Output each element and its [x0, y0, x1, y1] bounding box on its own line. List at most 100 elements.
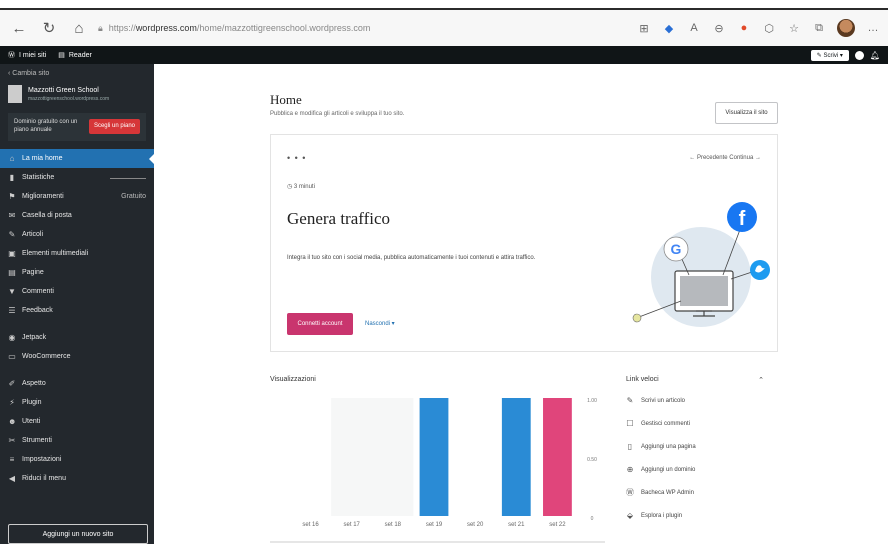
plug-icon: ⬙: [626, 511, 634, 520]
sidebar-item-label: Commenti: [22, 287, 54, 295]
sidebar-item-label: Miglioramenti: [22, 192, 64, 200]
write-button[interactable]: ✎ Scrivi ▾: [810, 49, 849, 61]
browser-toolbar: ← ↻ ⌂ 🔒︎ https://wordpress.com/home/mazz…: [0, 8, 888, 46]
sidebar-item-stats[interactable]: ▮ Statistiche: [0, 168, 154, 187]
quick-link[interactable]: ▯ Aggiungi una pagina: [626, 440, 776, 453]
switch-site-link[interactable]: ‹ Cambia sito: [0, 64, 154, 81]
card-menu-icon[interactable]: • • •: [287, 153, 306, 163]
lock-icon: 🔒︎: [98, 22, 103, 33]
reader-label: Reader: [68, 51, 92, 59]
collapse-chevron-icon[interactable]: ⌃: [758, 376, 764, 384]
profile-avatar[interactable]: [837, 19, 855, 37]
extension-blue-icon[interactable]: ◆: [662, 21, 676, 35]
sidebar-item-plugins[interactable]: ⚡ Plugin: [0, 393, 154, 412]
quick-link-label: Esplora i plugin: [641, 512, 683, 519]
sidebar-item-jetpack[interactable]: ◉ Jetpack: [0, 328, 154, 347]
extension-red-icon[interactable]: ●: [737, 21, 751, 35]
tools-icon: ✂: [8, 435, 16, 445]
reload-icon[interactable]: ↻: [38, 17, 60, 39]
sidebar-item-label: Elementi multimediali: [22, 249, 89, 257]
views-chart: set 16 set 17 set 18 set 19 set 20 set 21 set …: [270, 398, 605, 543]
sidebar-item-label: Impostazioni: [22, 455, 62, 463]
favorites-icon[interactable]: ☆: [787, 21, 801, 35]
upgrades-badge: Gratuito: [121, 192, 146, 200]
sidebar-item-label: Riduci il menu: [22, 474, 66, 482]
quick-link[interactable]: Ⓦ Bacheca WP Admin: [626, 486, 776, 499]
task-card: • • • ← Precedente Continua → ◷ 3 minuti…: [270, 134, 778, 352]
sidebar-item-label: La mia home: [22, 154, 63, 162]
x-tick-label: set 20: [467, 522, 484, 528]
quick-link[interactable]: ☐ Gestisci commenti: [626, 417, 776, 430]
extension-icons: ⊞ ◆ A ⊖ ● ⬡ ☆ ⧉ …: [637, 19, 880, 37]
inbox-icon: ✉: [8, 210, 16, 220]
site-card[interactable]: Mazzotti Green School mazzottigreenschoo…: [0, 81, 154, 109]
sidebar-item-inbox[interactable]: ✉ Casella di posta: [0, 206, 154, 225]
sidebar-item-collapse[interactable]: ◀ Riduci il menu: [0, 469, 154, 488]
hide-link[interactable]: Nascondi ▾: [365, 320, 395, 327]
quick-link-label: Aggiungi una pagina: [641, 443, 696, 450]
url-text: https://wordpress.com/home/mazzottigreen…: [108, 23, 371, 33]
sidebar-item-tools[interactable]: ✂ Strumenti: [0, 431, 154, 450]
choose-plan-button[interactable]: Scegli un piano: [88, 119, 140, 135]
sidebar-item-pages[interactable]: ▤ Pagine: [0, 263, 154, 282]
notifications-icon[interactable]: 🔔︎: [870, 51, 880, 60]
quick-link[interactable]: ⬙ Esplora i plugin: [626, 509, 776, 522]
users-icon: ☻: [8, 416, 17, 426]
user-avatar[interactable]: [854, 50, 864, 60]
sidebar-item-woocommerce[interactable]: ▭ WooCommerce: [0, 347, 154, 366]
home-icon[interactable]: ⌂: [68, 17, 90, 39]
x-tick-label: set 16: [302, 522, 319, 528]
connect-accounts-button[interactable]: Connetti account: [287, 313, 353, 335]
sidebar-item-label: Articoli: [22, 230, 44, 238]
sidebar-item-comments[interactable]: ▼ Commenti: [0, 282, 154, 301]
chart-bar[interactable]: [501, 398, 531, 516]
back-arrow-icon[interactable]: ←: [8, 17, 30, 39]
chart-bar[interactable]: [419, 398, 449, 516]
sidebar-item-label: Feedback: [22, 306, 53, 314]
collections-icon[interactable]: ⧉: [812, 21, 826, 35]
zoom-icon[interactable]: ⊖: [712, 21, 726, 35]
sidebar-item-media[interactable]: ▣ Elementi multimediali: [0, 244, 154, 263]
sidebar-item-label: Strumenti: [22, 436, 52, 444]
sidebar-item-upgrades[interactable]: ⚑ Miglioramenti Gratuito: [0, 187, 154, 206]
extension-icon[interactable]: ⬡: [762, 21, 776, 35]
sidebar-item-settings[interactable]: ≡ Impostazioni: [0, 450, 154, 469]
woocommerce-icon: ▭: [8, 351, 16, 361]
y-tick-label: 0: [591, 516, 594, 522]
screen: ← ↻ ⌂ 🔒︎ https://wordpress.com/home/mazz…: [0, 0, 888, 544]
node-dot-icon: [632, 313, 642, 323]
read-aloud-icon[interactable]: A: [687, 21, 701, 35]
visit-site-button[interactable]: Visualizza il sito: [715, 102, 778, 124]
grid-icon[interactable]: ⊞: [637, 21, 651, 35]
collapse-icon: ◀: [8, 473, 16, 483]
wordpress-logo-icon: Ⓦ: [8, 52, 15, 59]
add-new-site-button[interactable]: Aggiungi un nuovo sito: [8, 524, 148, 544]
feedback-icon: ☰: [8, 305, 16, 315]
time-estimate: ◷ 3 minuti: [287, 183, 315, 190]
my-sites-label: I miei siti: [19, 51, 47, 59]
quick-link[interactable]: ✎ Scrivi un articolo: [626, 394, 776, 407]
address-bar[interactable]: 🔒︎ https://wordpress.com/home/mazzottigr…: [98, 16, 618, 40]
card-pager[interactable]: ← Precedente Continua →: [689, 155, 761, 161]
page-title: Home: [270, 92, 302, 107]
site-url: mazzottigreenschool.wordpress.com: [28, 95, 110, 102]
reader-icon: ▤: [58, 52, 65, 59]
sidebar-item-posts[interactable]: ✎ Articoli: [0, 225, 154, 244]
sidebar-item-label: Pagine: [22, 268, 44, 276]
media-icon: ▣: [8, 248, 16, 258]
quick-link-label: Gestisci commenti: [641, 420, 691, 427]
appearance-icon: ✐: [8, 378, 16, 388]
my-sites-link[interactable]: Ⓦ I miei siti: [8, 50, 46, 60]
sidebar-item-users[interactable]: ☻ Utenti: [0, 412, 154, 431]
svg-text:f: f: [739, 208, 746, 230]
more-icon[interactable]: …: [866, 21, 880, 35]
quick-link-label: Bacheca WP Admin: [641, 489, 694, 496]
chart-bar[interactable]: [543, 398, 572, 516]
page-icon: ▯: [627, 442, 633, 451]
quick-link[interactable]: ⊕ Aggiungi un dominio: [626, 463, 776, 476]
comments-icon: ▼: [8, 286, 16, 296]
reader-link[interactable]: ▤ Reader: [58, 51, 92, 60]
sidebar-item-home[interactable]: ⌂ La mia home: [0, 148, 154, 168]
sidebar-item-feedback[interactable]: ☰ Feedback: [0, 301, 154, 320]
sidebar-item-appearance[interactable]: ✐ Aspetto: [0, 374, 154, 393]
